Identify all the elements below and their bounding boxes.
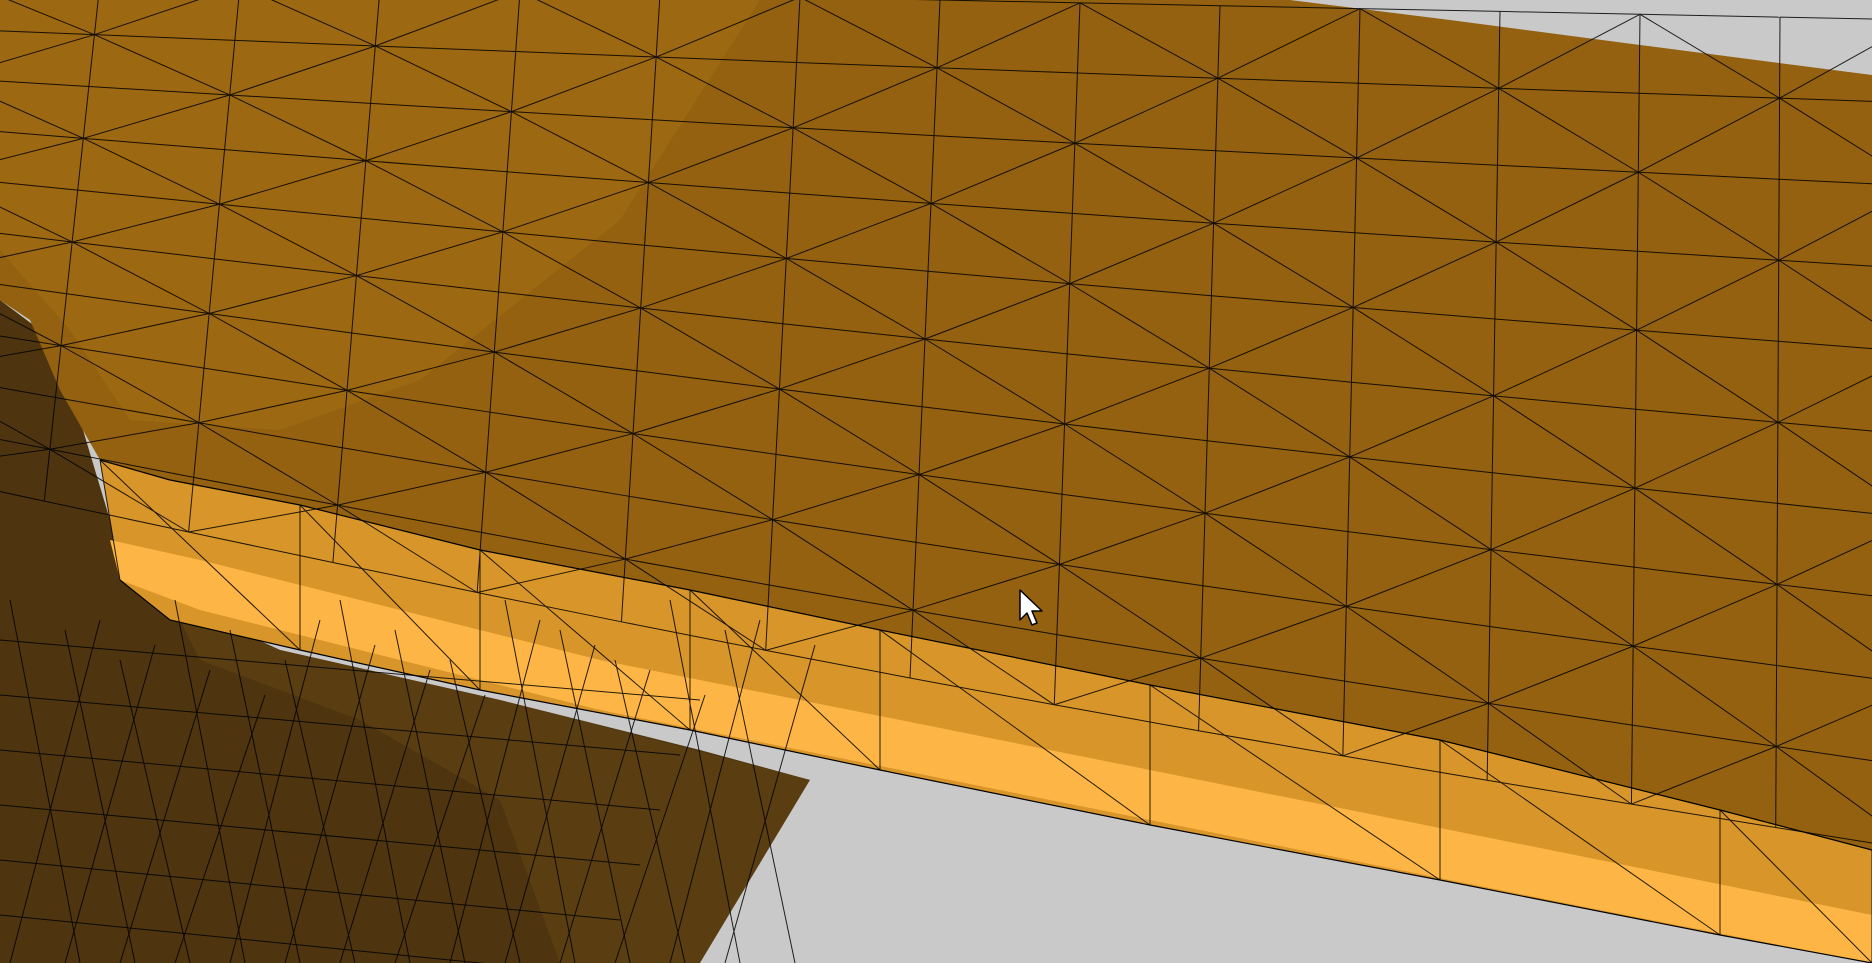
arrow-cursor-icon: [1019, 589, 1043, 626]
3d-viewport[interactable]: [0, 0, 1872, 963]
